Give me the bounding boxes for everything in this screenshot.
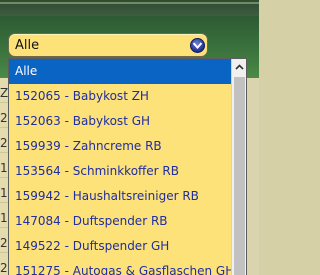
option-item[interactable]: 152063 - Babykost GH — [9, 109, 231, 134]
background-edge — [246, 78, 259, 275]
window-header — [0, 0, 259, 16]
option-item[interactable]: 151275 - Autogas & Gasflaschen GH — [9, 259, 231, 275]
select-value: Alle — [15, 38, 40, 53]
table-row-fragment: 2 — [0, 136, 8, 150]
filter-select[interactable]: Alle — [8, 33, 208, 57]
option-item[interactable]: 149522 - Duftspender GH — [9, 234, 231, 259]
option-item[interactable]: 153564 - Schminkkoffer RB — [9, 159, 231, 184]
option-item[interactable]: 152065 - Babykost ZH — [9, 84, 231, 109]
option-item[interactable]: 159939 - Zahncreme RB — [9, 134, 231, 159]
table-row-fragment: 2 — [0, 111, 8, 125]
option-item[interactable]: 147084 - Duftspender RB — [9, 209, 231, 234]
table-row-fragment: 1 — [0, 186, 8, 200]
option-alle[interactable]: Alle — [9, 59, 231, 84]
table-row-fragment: 1 — [0, 211, 8, 225]
select-dropdown-list: Alle 152065 - Babykost ZH 152063 - Babyk… — [8, 58, 247, 275]
chevron-up-icon — [235, 64, 244, 70]
table-row-fragment: 2 — [0, 236, 8, 250]
scroll-up-button[interactable] — [232, 59, 246, 76]
scrollbar-thumb[interactable] — [234, 77, 245, 275]
option-item[interactable]: 159942 - Haushaltsreiniger RB — [9, 184, 231, 209]
table-row-fragment: 2 — [0, 261, 8, 275]
chevron-down-icon[interactable] — [190, 38, 205, 53]
table-row-fragment: Z — [0, 86, 9, 100]
table-row-fragment: 1 — [0, 161, 8, 175]
dropdown-scrollbar[interactable] — [231, 59, 246, 275]
